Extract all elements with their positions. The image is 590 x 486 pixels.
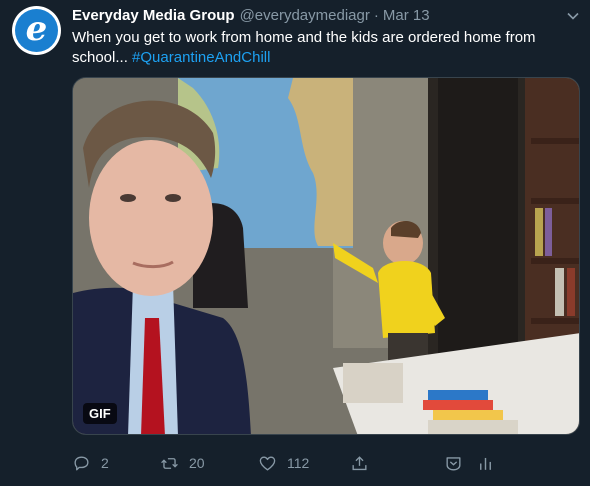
like-button[interactable]: 112 — [258, 452, 309, 474]
reply-count: 2 — [101, 455, 109, 471]
retweet-count: 20 — [189, 455, 205, 471]
gif-badge: GIF — [83, 403, 117, 424]
reply-button[interactable]: 2 — [72, 452, 109, 474]
separator-dot: · — [373, 7, 379, 24]
hashtag-link[interactable]: #QuarantineAndChill — [132, 49, 270, 66]
user-handle[interactable]: @everydaymediagr — [240, 7, 370, 24]
retweet-icon — [161, 457, 178, 469]
like-count: 112 — [287, 455, 310, 471]
heart-icon — [259, 455, 276, 471]
tweet-header: Everyday Media Group @everydaymediagr · … — [72, 7, 430, 27]
dm-button[interactable] — [444, 452, 463, 474]
tweet-text: When you get to work from home and the k… — [72, 28, 552, 68]
avatar[interactable]: e — [12, 6, 61, 55]
analytics-button[interactable] — [476, 452, 495, 474]
messages-icon — [446, 456, 461, 471]
gif-media[interactable]: GIF — [72, 77, 580, 435]
tweet-actions: 2 20 112 — [72, 452, 502, 474]
share-icon — [352, 455, 367, 470]
analytics-icon — [480, 457, 491, 470]
avatar-logo: e — [15, 9, 58, 52]
display-name[interactable]: Everyday Media Group — [72, 7, 235, 24]
reply-icon — [74, 455, 89, 471]
avatar-letter: e — [25, 8, 48, 49]
retweet-button[interactable]: 20 — [160, 452, 205, 474]
share-button[interactable] — [350, 452, 369, 474]
gif-frame-image — [73, 78, 579, 434]
chevron-down-icon[interactable] — [566, 9, 580, 23]
tweet-date[interactable]: Mar 13 — [383, 7, 430, 24]
tweet[interactable]: e Everyday Media Group @everydaymediagr … — [0, 0, 590, 486]
